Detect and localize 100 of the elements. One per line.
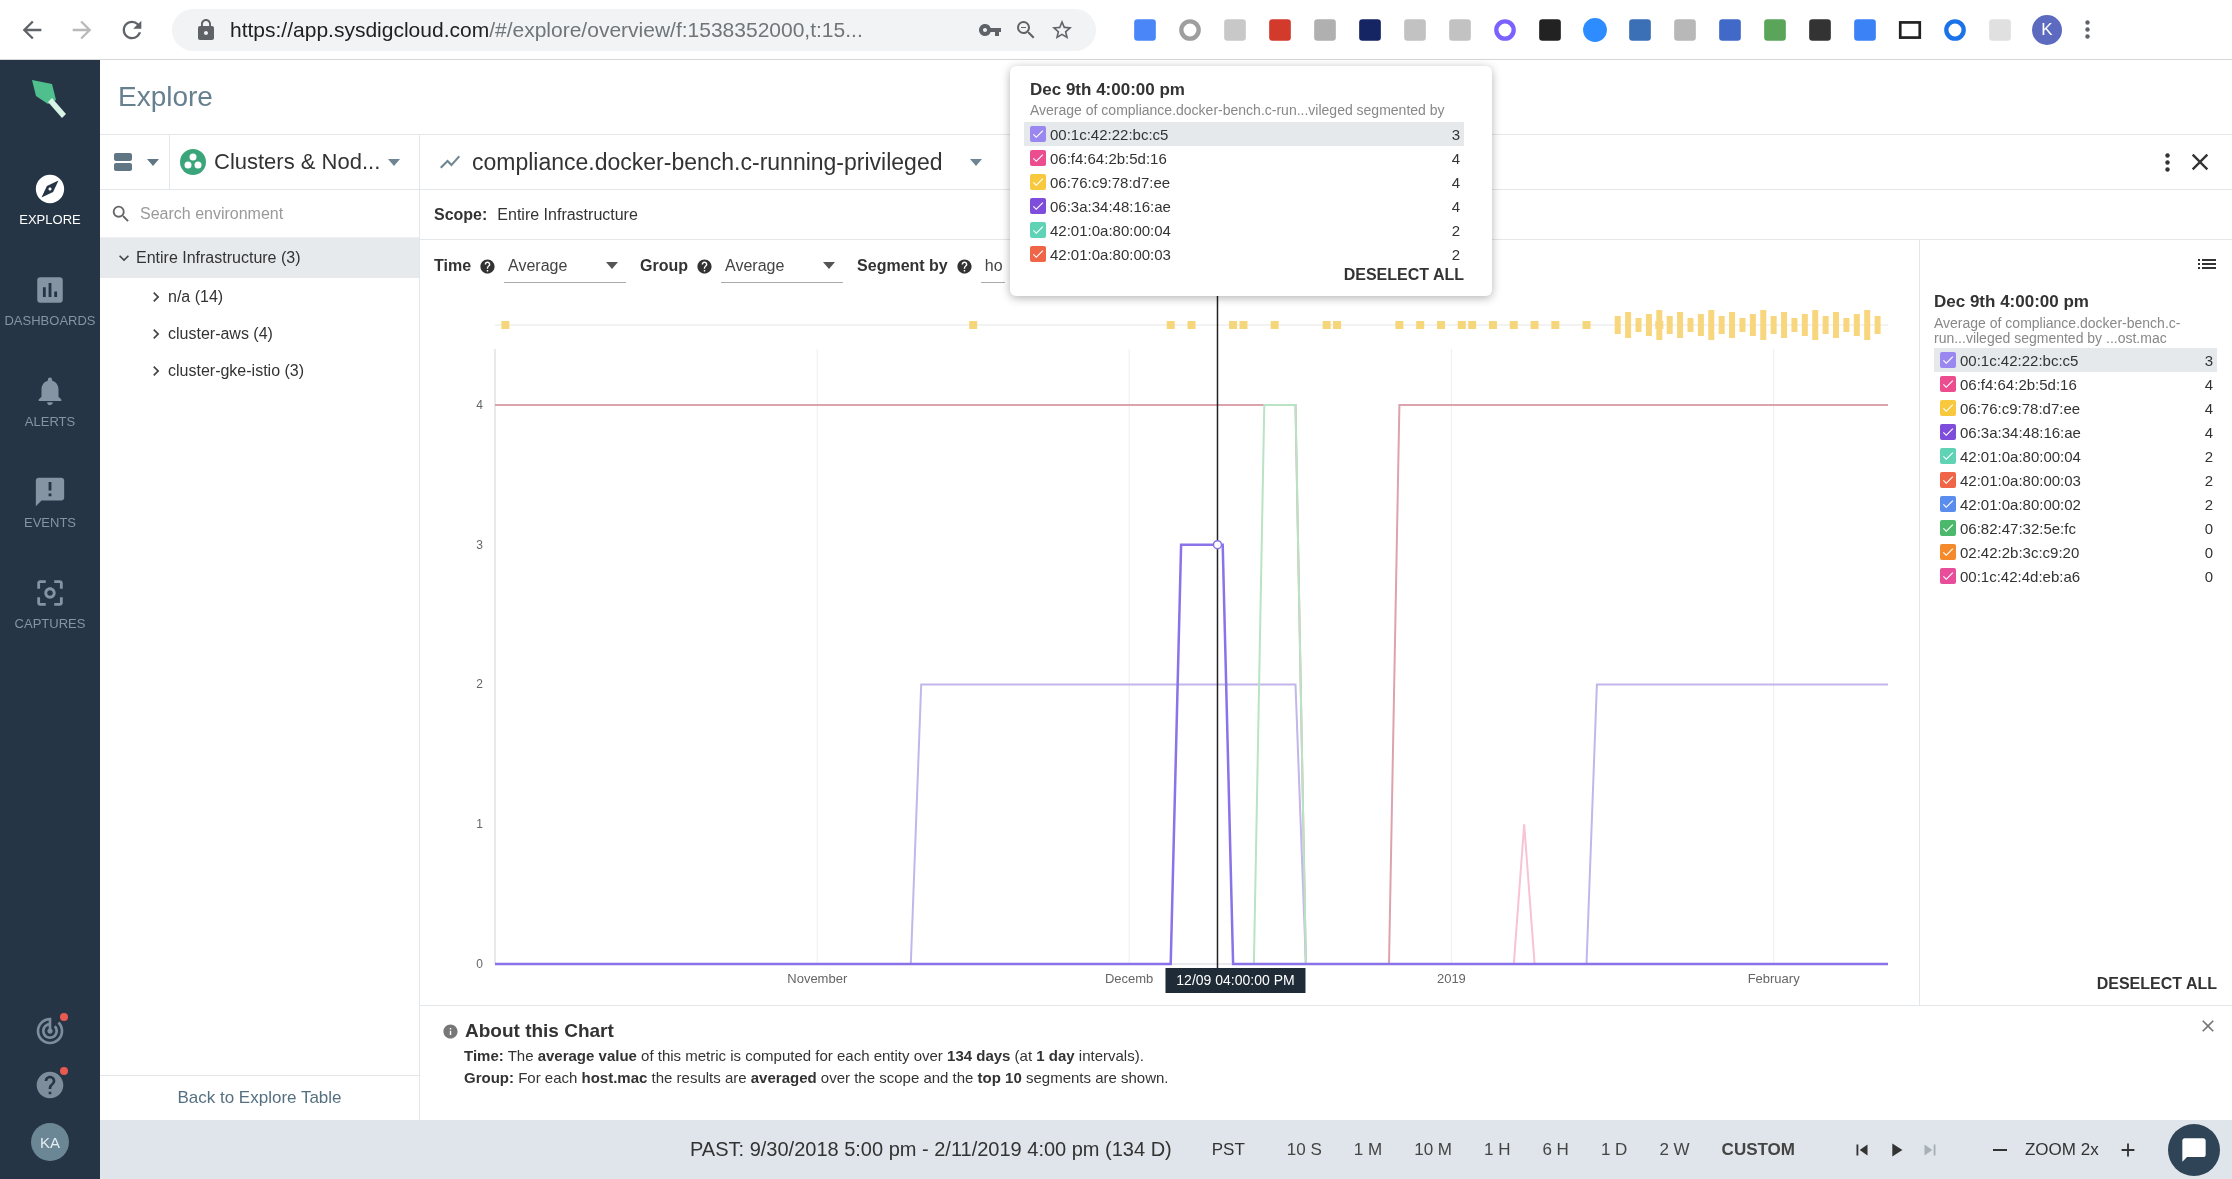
axis-label: November	[787, 971, 848, 986]
nav-item[interactable]: ALERTS	[0, 364, 100, 439]
caret-icon	[823, 262, 836, 269]
timezone-label: PST	[1211, 1139, 1245, 1160]
caret-icon	[388, 158, 401, 166]
control-label: Segment by	[857, 257, 948, 275]
about-text: Group: For each host.mac the results are averaged over the scope and the top 10 segments are shown.	[463, 1069, 1170, 1086]
legend-item[interactable]: 00:1c:42:22:bc:c5 3	[1024, 122, 1464, 146]
tree-item[interactable]: cluster-aws (4)	[100, 315, 419, 352]
caret-icon	[606, 262, 619, 269]
interval-button[interactable]: 1 M	[1341, 1139, 1395, 1160]
about-title: About this Chart	[465, 1020, 614, 1042]
metric-dropdown[interactable]: compliance.docker-bench.c-running-privileged	[420, 134, 1001, 190]
checkbox[interactable]	[1940, 496, 1956, 513]
legend-item[interactable]: 00:1c:42:22:bc:c5 3	[1934, 348, 2217, 373]
checkbox[interactable]	[1940, 544, 1956, 561]
nav-item[interactable]: DASHBOARDS	[0, 263, 100, 338]
checkbox[interactable]	[1940, 568, 1956, 585]
extension-icon[interactable]	[1357, 16, 1383, 43]
control-label: Time	[434, 257, 472, 275]
time-range: PAST: 9/30/2018 5:00 pm - 2/11/2019 4:00 pm (134 D)	[690, 1138, 1172, 1161]
legend-item[interactable]: 06:76:c9:78:d7:ee 4	[1024, 170, 1464, 194]
axis-label: February	[1747, 971, 1800, 986]
checkbox[interactable]	[1030, 174, 1046, 190]
interval-button[interactable]: 2 W	[1647, 1139, 1702, 1160]
scope-label: Scope:	[434, 205, 488, 224]
tree-item[interactable]: Entire Infrastructure (3)	[100, 238, 419, 278]
interval-button[interactable]: 1 D	[1588, 1139, 1640, 1160]
deselect-all-button[interactable]: DESELECT ALL	[2096, 975, 2217, 993]
notification-dot	[60, 1013, 68, 1021]
checkbox[interactable]	[1030, 150, 1046, 166]
axis-label: 2	[476, 677, 483, 692]
axis-label: 3	[476, 537, 483, 552]
select-dropdown[interactable]: ho	[980, 249, 1005, 283]
interval-button[interactable]: 1 H	[1471, 1139, 1523, 1160]
caret-icon	[970, 158, 983, 166]
checkbox[interactable]	[1030, 222, 1046, 238]
checkbox[interactable]	[1940, 376, 1956, 393]
target-icon[interactable]	[34, 1015, 66, 1047]
nav-item[interactable]: EXPLORE	[0, 162, 100, 237]
checkbox[interactable]	[1940, 400, 1956, 417]
axis-label: 2019	[1436, 971, 1466, 986]
minus-icon	[1992, 1148, 2007, 1151]
grouping-dropdown[interactable]: Clusters & Nod...	[170, 134, 419, 190]
legend-item[interactable]: 00:1c:42:4d:eb:a6 0	[1934, 564, 2217, 589]
kebab-menu-icon	[2085, 20, 2090, 39]
checkbox[interactable]	[1940, 448, 1956, 465]
legend-item[interactable]: 42:01:0a:80:00:04 2	[1934, 444, 2217, 469]
popup-title: Dec 9th 4:00:00 pm	[1029, 80, 1186, 100]
nav-item[interactable]: EVENTS	[0, 465, 100, 540]
checkbox[interactable]	[1940, 472, 1956, 489]
legend-item[interactable]: 42:01:0a:80:00:02 2	[1934, 492, 2217, 517]
extension-icon[interactable]	[1807, 16, 1833, 43]
check-icon	[1031, 151, 1045, 165]
legend-item[interactable]: 06:76:c9:78:d7:ee 4	[1934, 396, 2217, 421]
checkbox[interactable]	[1940, 352, 1956, 369]
checkbox[interactable]	[1940, 424, 1956, 441]
deselect-all-button[interactable]: DESELECT ALL	[1343, 266, 1464, 284]
select-dropdown[interactable]: Average	[504, 249, 627, 283]
checkbox[interactable]	[1030, 126, 1046, 142]
help-icon[interactable]	[479, 257, 497, 275]
checkbox[interactable]	[1030, 246, 1046, 262]
legend-item[interactable]: 06:f4:64:2b:5d:16 4	[1934, 372, 2217, 397]
extension-icon[interactable]	[1537, 16, 1563, 43]
axis-label: Decemb	[1104, 971, 1154, 986]
legend-item[interactable]: 42:01:0a:80:00:03 2	[1024, 242, 1464, 266]
select-dropdown[interactable]: Average	[721, 249, 844, 283]
help-icon[interactable]	[955, 257, 973, 275]
interval-button[interactable]: 6 H	[1530, 1139, 1581, 1160]
zoom-label: ZOOM 2x	[2024, 1139, 2099, 1160]
chat-icon	[2180, 1135, 2208, 1164]
legend-item[interactable]: 06:f4:64:2b:5d:16 4	[1024, 146, 1464, 170]
address-bar[interactable]: https://app.sysdigcloud.com/#/explore/overview/f:1538352000,t:15...	[172, 8, 1096, 51]
profile-avatar[interactable]: K	[2032, 14, 2062, 45]
help-icon[interactable]	[696, 257, 714, 275]
interval-button[interactable]: 10 M	[1402, 1139, 1464, 1160]
search-field[interactable]: Search environment	[138, 203, 388, 224]
nav-item[interactable]: CAPTURES	[0, 566, 100, 641]
clusters-icon	[180, 149, 206, 175]
chat-button[interactable]	[2168, 1123, 2220, 1176]
check-icon	[1031, 127, 1045, 141]
checkbox[interactable]	[1030, 198, 1046, 214]
checkbox[interactable]	[1940, 520, 1956, 537]
legend-item[interactable]: 06:82:47:32:5e:fc 0	[1934, 516, 2217, 541]
popup-subtitle: Average of compliance.docker-bench.c-run...vileged segmented by	[1029, 102, 1446, 118]
legend-item[interactable]: 06:3a:34:48:16:ae 4	[1934, 420, 2217, 445]
legend-item[interactable]: 02:42:2b:3c:c9:20 0	[1934, 540, 2217, 565]
check-icon	[1031, 199, 1045, 213]
control-label: Group	[640, 257, 689, 275]
legend-subtitle: Average of compliance.docker-bench.c-run...vileged segmented by ...ost.mac	[1934, 316, 2182, 346]
about-text: Time: The average value of this metric is computed for each entity over 134 days (at 1 day intervals).	[463, 1047, 1145, 1064]
page-title: Explore	[118, 81, 213, 113]
tree-item[interactable]: cluster-gke-istio (3)	[100, 352, 419, 389]
legend-item[interactable]: 42:01:0a:80:00:03 2	[1934, 468, 2217, 493]
legend-item[interactable]: 06:3a:34:48:16:ae 4	[1024, 194, 1464, 218]
interval-button[interactable]: 10 S	[1274, 1139, 1334, 1160]
tree-item[interactable]: n/a (14)	[100, 278, 419, 315]
legend-item[interactable]: 42:01:0a:80:00:04 2	[1024, 218, 1464, 242]
interval-button[interactable]: CUSTOM	[1709, 1139, 1807, 1160]
axis-label: 0	[476, 957, 483, 971]
